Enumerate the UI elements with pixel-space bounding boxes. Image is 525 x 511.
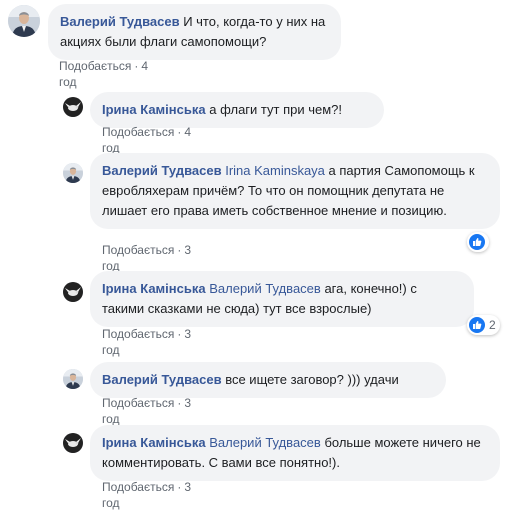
- comment-author[interactable]: Валерий Тудвасев: [60, 14, 180, 29]
- like-link[interactable]: Подобається: [102, 396, 174, 410]
- avatar-valeriy[interactable]: [63, 369, 83, 389]
- reaction-summary[interactable]: [467, 232, 489, 252]
- separator-dot: ·: [177, 243, 182, 257]
- avatar-valeriy[interactable]: [8, 5, 40, 37]
- mention-link[interactable]: Irina Kaminskaya: [225, 163, 325, 178]
- comment-author[interactable]: Валерий Тудвасев: [102, 372, 222, 387]
- separator-dot: ·: [177, 125, 182, 139]
- like-link[interactable]: Подобається: [102, 243, 174, 257]
- like-link[interactable]: Подобається: [102, 480, 174, 494]
- man-portrait-icon: [63, 369, 83, 389]
- bird-photo-icon: [63, 433, 83, 453]
- bird-photo-icon: [63, 97, 83, 117]
- thumbs-up-icon: [469, 317, 485, 333]
- avatar-iryna[interactable]: [63, 433, 83, 453]
- like-link[interactable]: Подобається: [59, 59, 131, 73]
- reaction-count: 2: [489, 318, 496, 332]
- comment-author[interactable]: Ірина Камінська: [102, 102, 206, 117]
- like-link[interactable]: Подобається: [102, 327, 174, 341]
- comment-author[interactable]: Валерий Тудвасев: [102, 163, 222, 178]
- reaction-summary[interactable]: 2: [467, 315, 500, 335]
- comment-author[interactable]: Ірина Камінська: [102, 281, 206, 296]
- mention-link[interactable]: Валерий Тудвасев: [209, 281, 321, 296]
- comment-author[interactable]: Ірина Камінська: [102, 435, 206, 450]
- separator-dot: ·: [177, 396, 182, 410]
- comment-text: а флаги тут при чем?!: [209, 102, 343, 117]
- avatar-valeriy[interactable]: [63, 163, 83, 183]
- thumbs-up-icon: [469, 234, 485, 250]
- comment-text: все ищете заговор? ))) удачи: [225, 372, 399, 387]
- bird-photo-icon: [63, 282, 83, 302]
- avatar-iryna[interactable]: [63, 97, 83, 117]
- separator-dot: ·: [134, 59, 139, 73]
- avatar-iryna[interactable]: [63, 282, 83, 302]
- separator-dot: ·: [177, 480, 182, 494]
- man-portrait-icon: [63, 163, 83, 183]
- man-portrait-icon: [8, 5, 40, 37]
- mention-link[interactable]: Валерий Тудвасев: [209, 435, 321, 450]
- like-link[interactable]: Подобається: [102, 125, 174, 139]
- separator-dot: ·: [177, 327, 182, 341]
